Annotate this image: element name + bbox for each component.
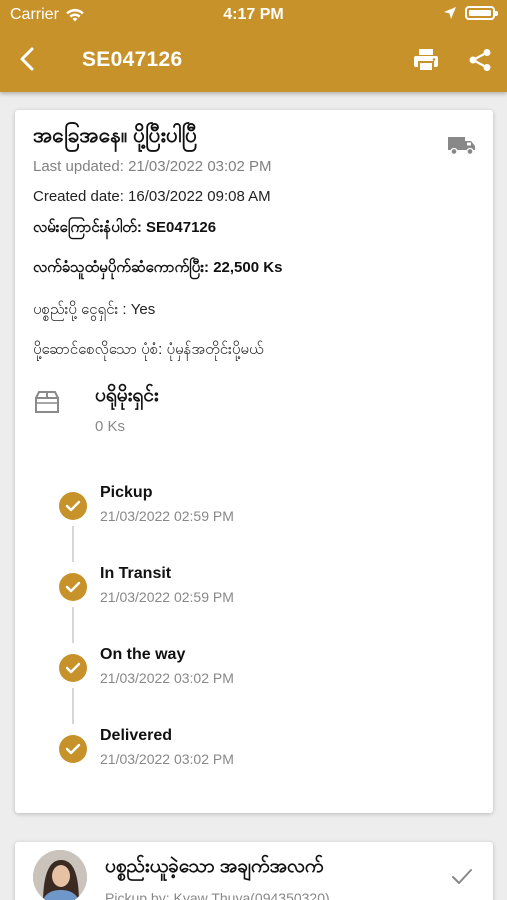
promotion-value: 0 Ks	[95, 418, 126, 435]
page-title: SE047126	[82, 48, 183, 71]
last-updated-text: Last updated: 21/03/2022 03:02 PM	[33, 158, 272, 175]
timeline-step-label: In Transit	[100, 565, 172, 582]
timeline-step-date: 21/03/2022 03:02 PM	[100, 670, 234, 686]
clock: 4:17 PM	[223, 6, 284, 23]
delivery-type-text: ပို့ဆောင်စေလိုသော ပုံစံ: ပုံမှန်အတိုင်းပ…	[33, 341, 264, 358]
timeline-step-pickup: Pickup 21/03/2022 02:59 PM	[55, 482, 455, 542]
sender-pays-text: ပစ္စည်းပို့ ငွေရှင်း : Yes	[33, 301, 156, 318]
print-button[interactable]	[410, 44, 442, 76]
share-button[interactable]	[464, 44, 496, 76]
delivery-status-title: အခြေအနေ။ ပို့ပြီးပါပြီ	[33, 124, 198, 147]
timeline-step-date: 21/03/2022 02:59 PM	[100, 508, 234, 524]
timeline-step-date: 21/03/2022 03:02 PM	[100, 751, 234, 767]
avatar	[33, 850, 87, 900]
truck-icon	[448, 137, 475, 156]
checkmark-icon	[452, 869, 472, 884]
delivery-detail-card: အခြေအနေ။ ပို့ပြီးပါပြီ Last updated: 21/…	[15, 110, 493, 813]
check-circle-icon	[59, 492, 87, 520]
back-button[interactable]	[12, 44, 42, 74]
timeline-step-in-transit: In Transit 21/03/2022 02:59 PM	[55, 563, 455, 623]
print-icon	[414, 49, 438, 72]
created-date-text: Created date: 16/03/2022 09:08 AM	[33, 188, 271, 205]
check-circle-icon	[59, 573, 87, 601]
avatar-photo	[33, 850, 87, 900]
collected-amount-text: လက်ခံသူထံမှပိုက်ဆံကောက်ပြီး: 22,500 Ks	[33, 259, 283, 276]
status-bar: Carrier 4:17 PM	[0, 0, 507, 30]
promotion-label: ပရိုမိုးရှင်း	[95, 385, 159, 406]
top-app-bar: Carrier 4:17 PM SE047126	[0, 0, 507, 92]
check-circle-icon	[59, 735, 87, 763]
battery-icon	[465, 6, 498, 20]
pickup-info-title: ပစ္စည်းယူခဲ့သော အချက်အလက်	[105, 856, 324, 877]
timeline-step-label: On the way	[100, 646, 186, 663]
timeline-step-date: 21/03/2022 02:59 PM	[100, 589, 234, 605]
tracking-number-text: လမ်းကြောင်းနံပါတ်: SE047126	[33, 219, 217, 236]
pickup-by-text: Pickup by: Kyaw Thuya(094350320)	[105, 890, 330, 900]
pickup-info-card[interactable]: ပစ္စည်းယူခဲ့သော အချက်အလက် Pickup by: Kya…	[15, 842, 493, 900]
check-circle-icon	[59, 654, 87, 682]
parcel-box-icon	[35, 391, 59, 413]
timeline-step-label: Pickup	[100, 484, 153, 501]
status-right	[443, 6, 498, 20]
share-icon	[469, 49, 491, 71]
navigation-bar: SE047126	[0, 30, 507, 90]
chevron-left-icon	[20, 47, 34, 71]
timeline-step-label: Delivered	[100, 727, 173, 744]
timeline-step-delivered: Delivered 21/03/2022 03:02 PM	[55, 725, 455, 785]
timeline-step-on-the-way: On the way 21/03/2022 03:02 PM	[55, 644, 455, 704]
location-arrow-icon	[444, 7, 456, 19]
